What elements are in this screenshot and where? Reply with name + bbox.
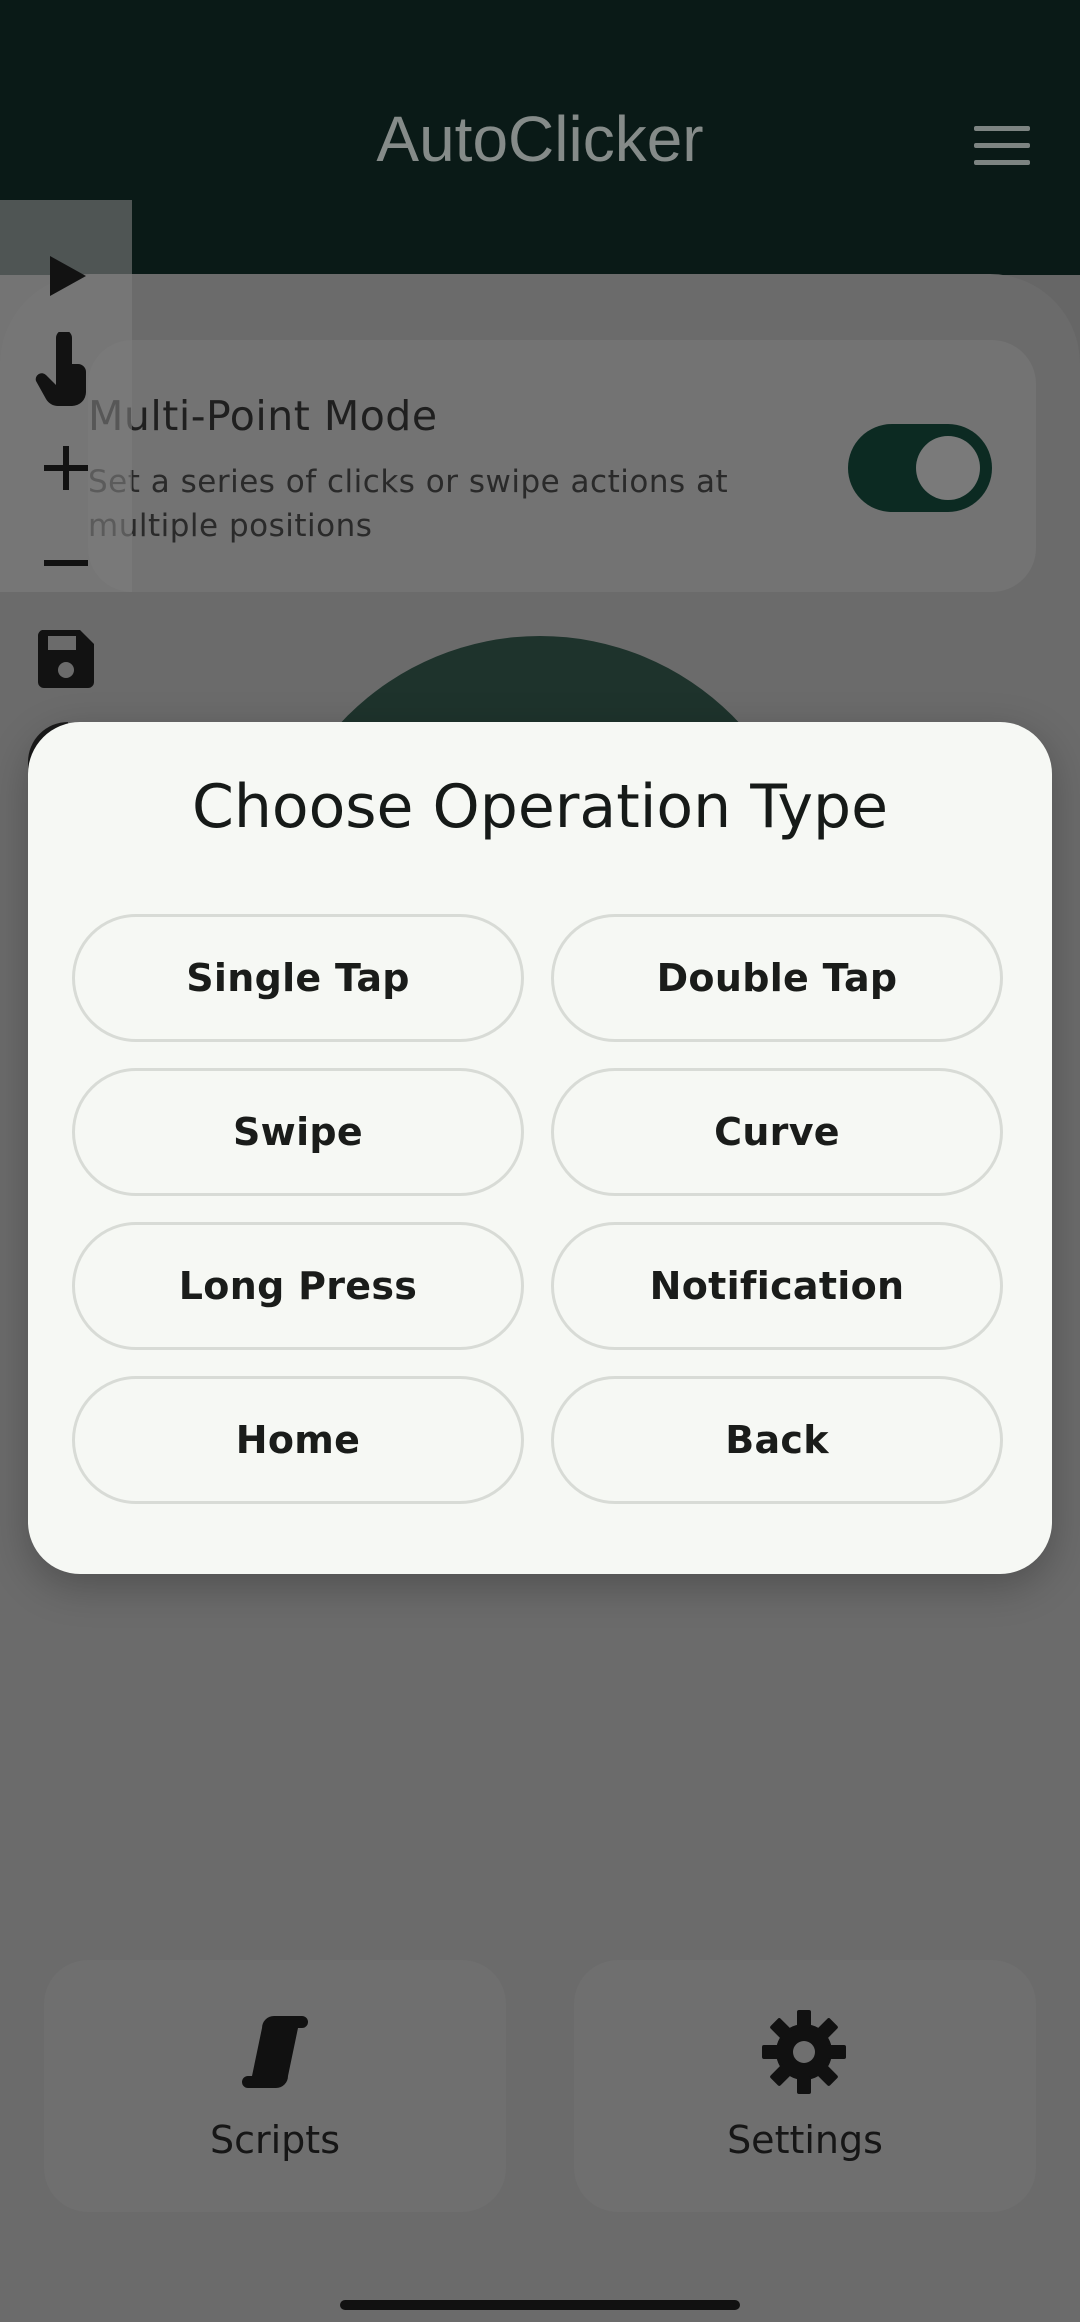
multi-point-toggle[interactable] (848, 424, 992, 512)
mode-description: Set a series of clicks or swipe actions … (88, 464, 729, 544)
dialog-title: Choose Operation Type (191, 772, 889, 842)
save-icon[interactable] (38, 630, 94, 688)
back-button[interactable]: Back (551, 1376, 1003, 1504)
minus-icon[interactable] (44, 559, 88, 567)
scripts-label: Scripts (209, 2118, 340, 2162)
app-bar: AutoClicker (0, 0, 1080, 275)
long-press-button[interactable]: Long Press (72, 1222, 524, 1350)
gear-icon (762, 2010, 846, 2094)
swipe-button[interactable]: Swipe (72, 1068, 524, 1196)
choose-operation-dialog: Choose Operation Type Single Tap Double … (28, 722, 1052, 1574)
scroll-icon (242, 2016, 308, 2088)
curve-button[interactable]: Curve (551, 1068, 1003, 1196)
single-tap-button[interactable]: Single Tap (72, 914, 524, 1042)
mode-title: Multi-Point Mode (88, 392, 438, 440)
hamburger-menu-icon[interactable] (974, 126, 1030, 166)
touch-icon[interactable] (34, 332, 96, 410)
double-tap-button[interactable]: Double Tap (551, 914, 1003, 1042)
home-indicator (340, 2300, 740, 2310)
home-button[interactable]: Home (72, 1376, 524, 1504)
app-title: AutoClicker (376, 103, 704, 175)
notification-button[interactable]: Notification (551, 1222, 1003, 1350)
plus-icon[interactable] (44, 446, 88, 490)
settings-label: Settings (727, 2118, 883, 2162)
play-icon[interactable] (46, 254, 88, 298)
toggle-knob (916, 436, 980, 500)
